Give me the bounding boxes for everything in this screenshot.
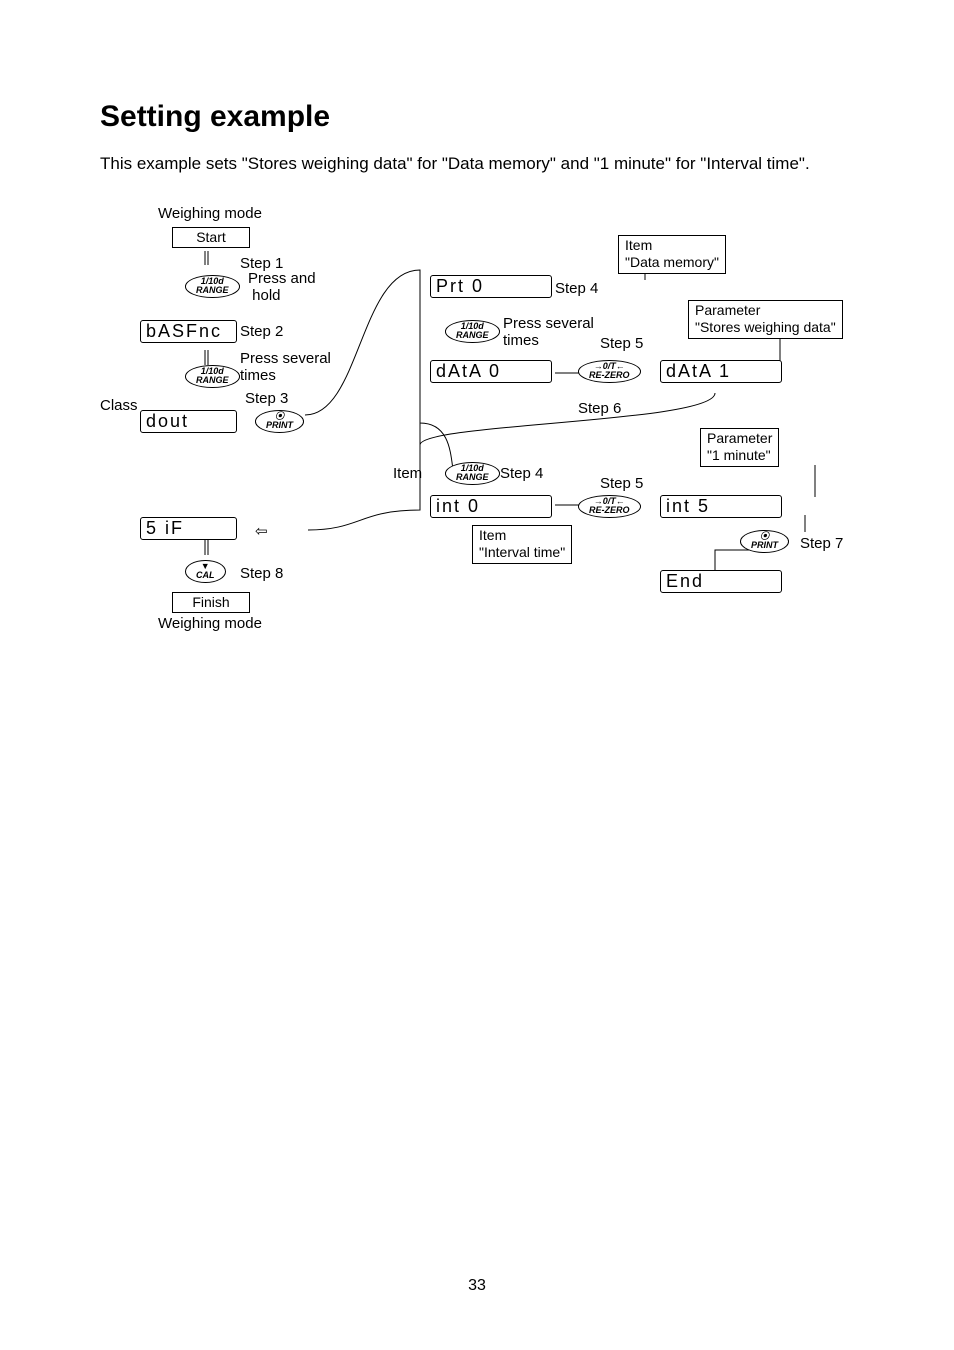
step4-label-b: Step 4 — [500, 465, 543, 482]
lcd-int-5: int 5 — [660, 495, 782, 518]
stores-callout: Parameter "Stores weighing data" — [688, 300, 843, 339]
press-several-lbl-2: Press several times — [503, 315, 594, 349]
step2-label: Step 2 — [240, 323, 283, 340]
weighing-mode-label-bottom: Weighing mode — [158, 615, 262, 632]
start-box: Start — [172, 227, 250, 249]
lcd-dout: dout — [140, 410, 237, 433]
press-hold-label: Press and hold — [248, 270, 316, 304]
lcd-end: End — [660, 570, 782, 593]
print-button-step7: ⦿PRINT — [740, 530, 789, 553]
page-number: 33 — [0, 1277, 954, 1295]
press-several-lbl-1: Press several times — [240, 350, 331, 384]
weighing-mode-label-top: Weighing mode — [158, 205, 262, 222]
intro-paragraph: This example sets "Stores weighing data"… — [100, 152, 864, 177]
arrow-left-icon — [255, 522, 268, 541]
range-button-4: 1/10d RANGE — [445, 462, 500, 485]
step4-label-a: Step 4 — [555, 280, 598, 297]
interval-time-callout: Item "Interval time" — [472, 525, 572, 564]
class-label: Class — [100, 397, 138, 414]
step3-label: Step 3 — [245, 390, 288, 407]
step6-label: Step 6 — [578, 400, 621, 417]
range-button-2: 1/10d RANGE — [185, 365, 240, 388]
range-button-3: 1/10d RANGE — [445, 320, 500, 343]
one-minute-callout: Parameter "1 minute" — [700, 428, 779, 467]
page-title: Setting example — [100, 100, 864, 134]
rezero-button-2: →0/T← RE-ZERO — [578, 495, 641, 518]
data-memory-callout: Item "Data memory" — [618, 235, 726, 274]
range-button-1: 1/10d RANGE — [185, 275, 240, 298]
print-button-step3: ⦿PRINT — [255, 410, 304, 433]
finish-box: Finish — [172, 592, 250, 614]
lcd-prt-0: Prt 0 — [430, 275, 552, 298]
print-lbl: PRINT — [266, 420, 293, 430]
step7-label: Step 7 — [800, 535, 843, 552]
step8-label: Step 8 — [240, 565, 283, 582]
rezero-button-1: →0/T← RE-ZERO — [578, 360, 641, 383]
print-lbl-2: PRINT — [751, 540, 778, 550]
lcd-int-0: int 0 — [430, 495, 552, 518]
setting-diagram: Weighing mode Start Step 1 1/10d RANGE P… — [100, 205, 910, 625]
lcd-data-0: dAtA 0 — [430, 360, 552, 383]
item-label: Item — [393, 465, 422, 482]
lcd-basfnc: bASFnc — [140, 320, 237, 343]
step5-label-b: Step 5 — [600, 475, 643, 492]
lcd-sif: 5 iF — [140, 517, 237, 540]
step5-label-a: Step 5 — [600, 335, 643, 352]
lcd-data-1: dAtA 1 — [660, 360, 782, 383]
cal-button: ▼ CAL — [185, 560, 226, 583]
